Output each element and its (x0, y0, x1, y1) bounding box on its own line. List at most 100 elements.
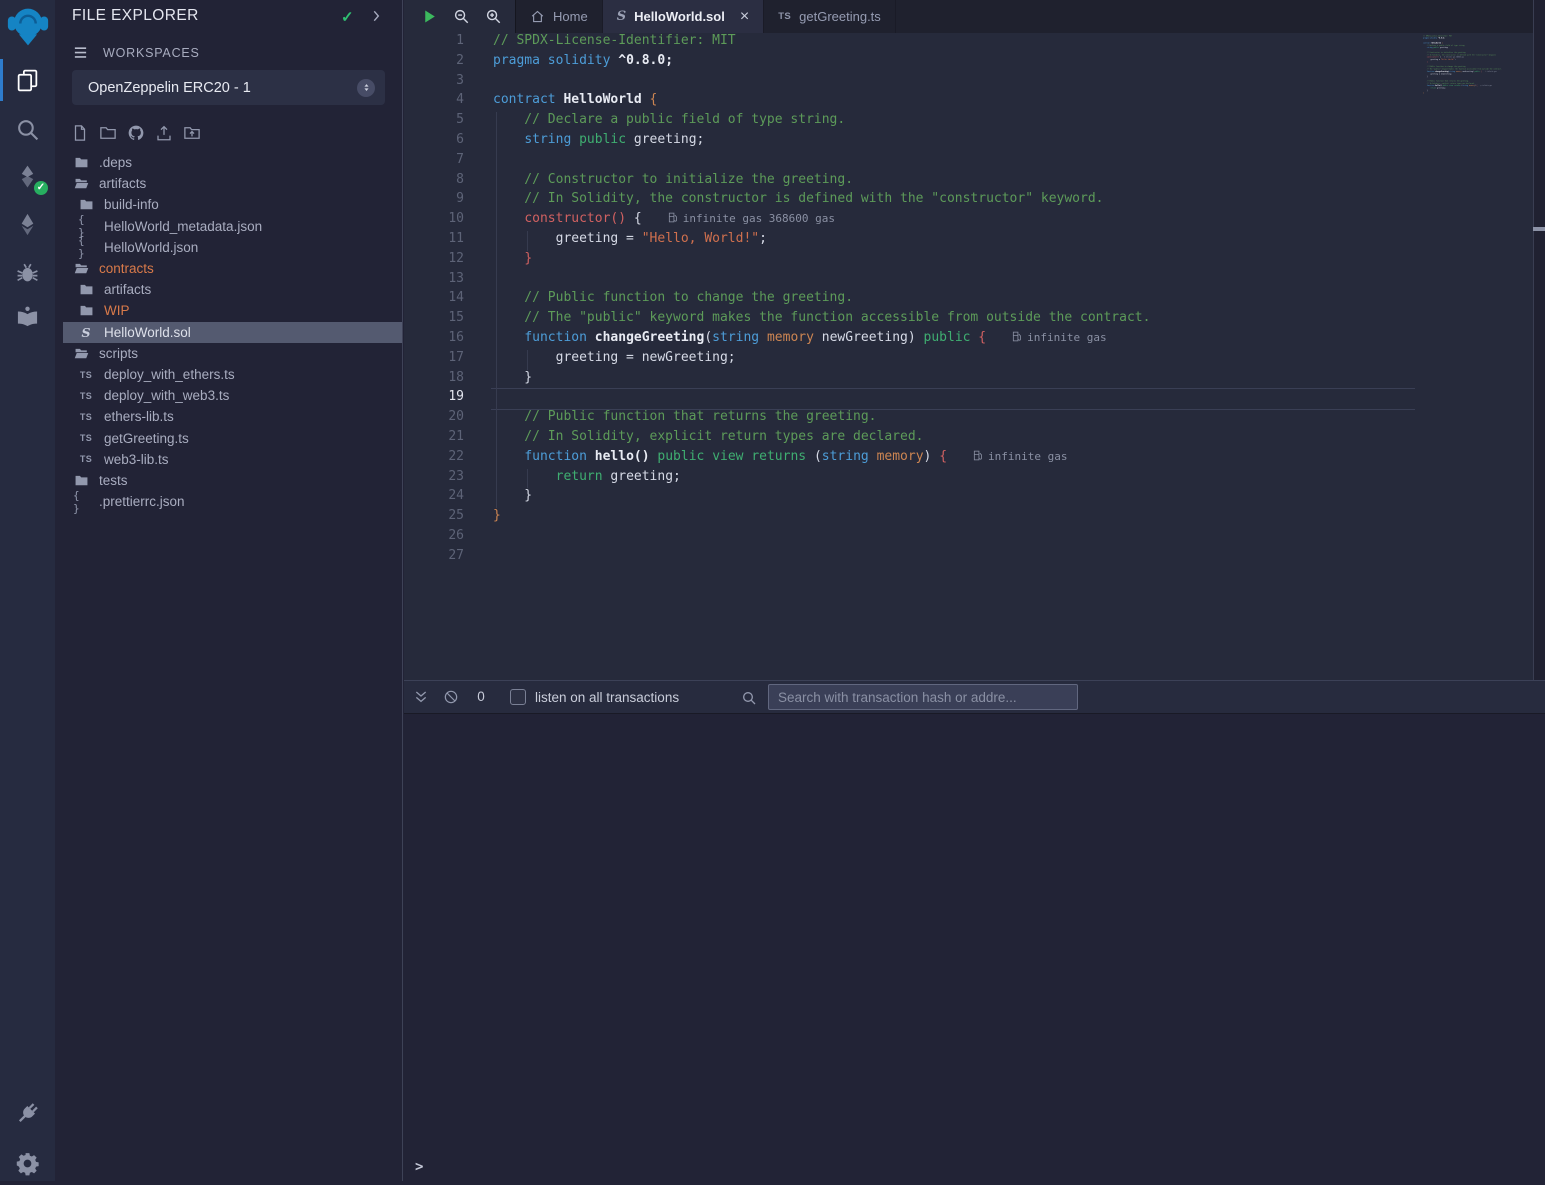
workspace-menu-icon[interactable] (72, 45, 89, 60)
tree-item-artifacts[interactable]: artifacts (63, 173, 402, 194)
code-line-7[interactable] (493, 152, 1150, 172)
line-number-11[interactable]: 11 (404, 231, 464, 251)
transaction-search-input[interactable] (768, 684, 1078, 710)
code-editor[interactable]: 1234567891011121314151617181920212223242… (404, 33, 1545, 680)
debugger-icon[interactable] (0, 250, 55, 294)
solidity-compiler-icon[interactable]: ✓ (0, 154, 55, 198)
tree-item-ethers-lib.ts[interactable]: TSethers-lib.ts (63, 406, 402, 427)
learneth-icon[interactable] (0, 294, 55, 338)
file-explorer-icon[interactable] (0, 58, 55, 102)
tree-item-artifacts[interactable]: artifacts (63, 279, 402, 300)
close-tab-icon[interactable]: × (740, 9, 749, 25)
line-number-15[interactable]: 15 (404, 310, 464, 330)
line-number-26[interactable]: 26 (404, 528, 464, 548)
code-line-12[interactable]: } (493, 251, 1150, 271)
code-line-27[interactable] (493, 548, 1150, 568)
line-number-7[interactable]: 7 (404, 152, 464, 172)
code-line-3[interactable] (493, 73, 1150, 93)
tab-home[interactable]: Home (516, 0, 603, 33)
line-number-16[interactable]: 16 (404, 330, 464, 350)
tree-item-tests[interactable]: tests (63, 470, 402, 491)
workspace-select[interactable]: OpenZeppelin ERC20 - 1 (72, 70, 385, 105)
line-number-2[interactable]: 2 (404, 53, 464, 73)
code-line-15[interactable]: // The "public" keyword makes the functi… (493, 310, 1150, 330)
tree-item-.deps[interactable]: .deps (63, 152, 402, 173)
tree-item-helloworld-metadata.json[interactable]: { }HelloWorld_metadata.json (63, 216, 402, 237)
code-line-22[interactable]: function hello() public view returns (st… (493, 449, 1150, 469)
tree-item-contracts[interactable]: contracts (63, 258, 402, 279)
code-line-17[interactable]: greeting = newGreeting; (493, 350, 1150, 370)
line-number-17[interactable]: 17 (404, 350, 464, 370)
line-number-24[interactable]: 24 (404, 488, 464, 508)
code-line-19[interactable] (493, 389, 1150, 409)
line-number-18[interactable]: 18 (404, 370, 464, 390)
line-number-19[interactable]: 19 (404, 389, 464, 409)
line-number-6[interactable]: 6 (404, 132, 464, 152)
line-number-27[interactable]: 27 (404, 548, 464, 568)
line-number-14[interactable]: 14 (404, 290, 464, 310)
deploy-and-run-icon[interactable] (0, 202, 55, 246)
listen-transactions-label[interactable]: listen on all transactions (535, 690, 679, 705)
line-number-12[interactable]: 12 (404, 251, 464, 271)
minimap[interactable]: // SPDX-License-Identifier: MITpragma so… (1423, 35, 1519, 115)
line-number-10[interactable]: 10 (404, 211, 464, 231)
code-line-9[interactable]: // In Solidity, the constructor is defin… (493, 191, 1150, 211)
listen-transactions-checkbox[interactable] (510, 689, 526, 705)
clone-git-repository-icon[interactable] (126, 123, 146, 143)
line-number-4[interactable]: 4 (404, 92, 464, 112)
code-line-21[interactable]: // In Solidity, explicit return types ar… (493, 429, 1150, 449)
line-number-8[interactable]: 8 (404, 172, 464, 192)
code-line-10[interactable]: constructor() {infinite gas 368600 gas (493, 211, 1150, 231)
upload-folder-icon[interactable] (182, 123, 202, 143)
code-line-18[interactable]: } (493, 370, 1150, 390)
code-line-20[interactable]: // Public function that returns the gree… (493, 409, 1150, 429)
search-in-files-icon[interactable] (0, 107, 55, 151)
line-number-5[interactable]: 5 (404, 112, 464, 132)
tree-item-helloworld.sol[interactable]: SHelloWorld.sol (63, 322, 402, 343)
plugin-manager-icon[interactable] (0, 1091, 55, 1135)
tree-item-build-info[interactable]: build-info (63, 194, 402, 215)
tree-item-web3-lib.ts[interactable]: TSweb3-lib.ts (63, 449, 402, 470)
line-number-3[interactable]: 3 (404, 73, 464, 93)
collapse-panel-chevron-icon[interactable] (369, 9, 383, 23)
settings-icon[interactable] (0, 1141, 55, 1185)
zoom-in-icon[interactable] (485, 8, 502, 25)
line-number-25[interactable]: 25 (404, 508, 464, 528)
code-line-16[interactable]: function changeGreeting(string memory ne… (493, 330, 1150, 350)
code-line-24[interactable]: } (493, 488, 1150, 508)
terminal-clear-icon[interactable] (443, 689, 459, 705)
line-number-21[interactable]: 21 (404, 429, 464, 449)
line-number-9[interactable]: 9 (404, 191, 464, 211)
line-number-22[interactable]: 22 (404, 449, 464, 469)
tree-item-getgreeting.ts[interactable]: TSgetGreeting.ts (63, 428, 402, 449)
line-number-13[interactable]: 13 (404, 271, 464, 291)
tree-item-wip[interactable]: WIP (63, 300, 402, 321)
scrollbar-handle[interactable] (1533, 227, 1545, 231)
tree-item-scripts[interactable]: scripts (63, 343, 402, 364)
code-line-5[interactable]: // Declare a public field of type string… (493, 112, 1150, 132)
code-line-25[interactable]: } (493, 508, 1150, 528)
line-number-23[interactable]: 23 (404, 469, 464, 489)
line-number-1[interactable]: 1 (404, 33, 464, 53)
tree-item-deploy-with-web3.ts[interactable]: TSdeploy_with_web3.ts (63, 385, 402, 406)
code-line-11[interactable]: greeting = "Hello, World!"; (493, 231, 1150, 251)
code-line-2[interactable]: pragma solidity ^0.8.0; (493, 53, 1150, 73)
code-line-8[interactable]: // Constructor to initialize the greetin… (493, 172, 1150, 192)
code-line-23[interactable]: return greeting; (493, 469, 1150, 489)
code-line-4[interactable]: contract HelloWorld { (493, 92, 1150, 112)
new-file-icon[interactable] (70, 123, 90, 143)
terminal-prompt[interactable]: > (415, 1159, 423, 1175)
code-line-1[interactable]: // SPDX-License-Identifier: MIT (493, 33, 1150, 53)
tree-item-.prettierrc.json[interactable]: { }.prettierrc.json (63, 491, 402, 512)
run-script-icon[interactable] (421, 8, 438, 25)
terminal-output[interactable]: > (404, 714, 1545, 1181)
zoom-out-icon[interactable] (453, 8, 470, 25)
code-line-6[interactable]: string public greeting; (493, 132, 1150, 152)
tree-item-deploy-with-ethers.ts[interactable]: TSdeploy_with_ethers.ts (63, 364, 402, 385)
terminal-collapse-icon[interactable] (413, 689, 429, 705)
code-line-14[interactable]: // Public function to change the greetin… (493, 290, 1150, 310)
upload-file-icon[interactable] (154, 123, 174, 143)
new-folder-icon[interactable] (98, 123, 118, 143)
line-number-20[interactable]: 20 (404, 409, 464, 429)
tab-helloworld.sol[interactable]: SHelloWorld.sol× (603, 0, 765, 33)
